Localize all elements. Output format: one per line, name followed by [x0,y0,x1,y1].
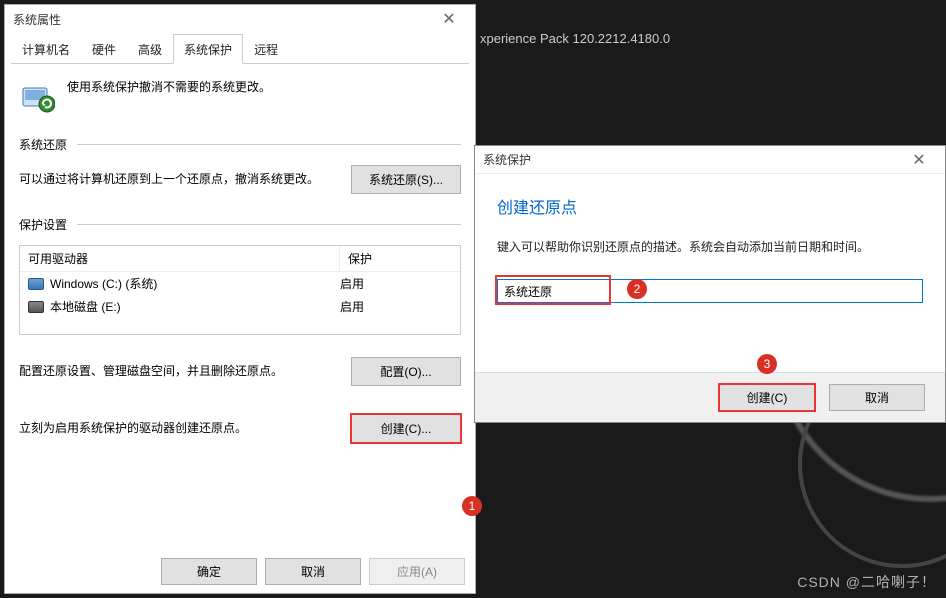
watermark: CSDN @二哈喇子！ [797,572,936,592]
tab-hardware[interactable]: 硬件 [81,34,127,64]
dialog-heading: 创建还原点 [497,194,923,218]
shield-restore-icon [19,78,55,114]
drive-name: Windows (C:) (系统) [50,275,157,292]
tabs: 计算机名 硬件 高级 系统保护 远程 [11,33,469,64]
close-icon[interactable]: ✕ [901,149,937,171]
restore-description: 可以通过将计算机还原到上一个还原点，撤消系统更改。 [19,169,337,189]
titlebar[interactable]: 系统保护 ✕ [475,146,945,174]
tab-remote[interactable]: 远程 [243,34,289,64]
titlebar[interactable]: 系统属性 ✕ [5,5,475,33]
drive-status: 启用 [340,275,452,292]
cancel-button[interactable]: 取消 [829,384,925,411]
create-description: 立刻为启用系统保护的驱动器创建还原点。 [19,418,337,438]
restore-point-name-input[interactable] [497,279,923,303]
apply-button: 应用(A) [369,558,465,585]
dialog-title: 系统属性 [13,11,61,28]
create-button[interactable]: 创建(C) [719,384,815,411]
configure-button[interactable]: 配置(O)... [351,357,461,386]
drive-status: 启用 [340,298,452,315]
dialog-title: 系统保护 [483,151,531,168]
tab-computername[interactable]: 计算机名 [11,34,81,64]
tab-systemprotection[interactable]: 系统保护 [173,34,243,64]
dialog-description: 键入可以帮助你识别还原点的描述。系统会自动添加当前日期和时间。 [497,238,923,257]
section-title-protection: 保护设置 [19,216,67,233]
drives-table: 可用驱动器 保护 Windows (C:) (系统) 启用 本地磁盘 (E:) … [19,245,461,335]
drive-name: 本地磁盘 (E:) [50,298,121,315]
col-header-drive[interactable]: 可用驱动器 [20,246,340,271]
bg-experience-pack: xperience Pack 120.2212.4180.0 [480,31,670,46]
disk-icon [28,301,44,313]
tab-advanced[interactable]: 高级 [127,34,173,64]
table-row[interactable]: 本地磁盘 (E:) 启用 [20,295,460,318]
callout-badge-3: 3 [757,354,777,374]
configure-description: 配置还原设置、管理磁盘空间，并且删除还原点。 [19,361,337,381]
callout-badge-1: 1 [462,496,482,516]
system-restore-button[interactable]: 系统还原(S)... [351,165,461,194]
create-restore-point-button[interactable]: 创建(C)... [351,414,461,443]
section-title-restore: 系统还原 [19,136,67,153]
table-row[interactable]: Windows (C:) (系统) 启用 [20,272,460,295]
close-icon[interactable]: ✕ [431,8,467,30]
cancel-button[interactable]: 取消 [265,558,361,585]
col-header-protection[interactable]: 保护 [340,246,460,271]
system-properties-dialog: 系统属性 ✕ 计算机名 硬件 高级 系统保护 远程 使用系统保护撤消不需要的系统… [4,4,476,594]
intro-text: 使用系统保护撤消不需要的系统更改。 [67,78,271,95]
ok-button[interactable]: 确定 [161,558,257,585]
create-restore-point-dialog: 系统保护 ✕ 创建还原点 键入可以帮助你识别还原点的描述。系统会自动添加当前日期… [474,145,946,423]
disk-icon [28,278,44,290]
